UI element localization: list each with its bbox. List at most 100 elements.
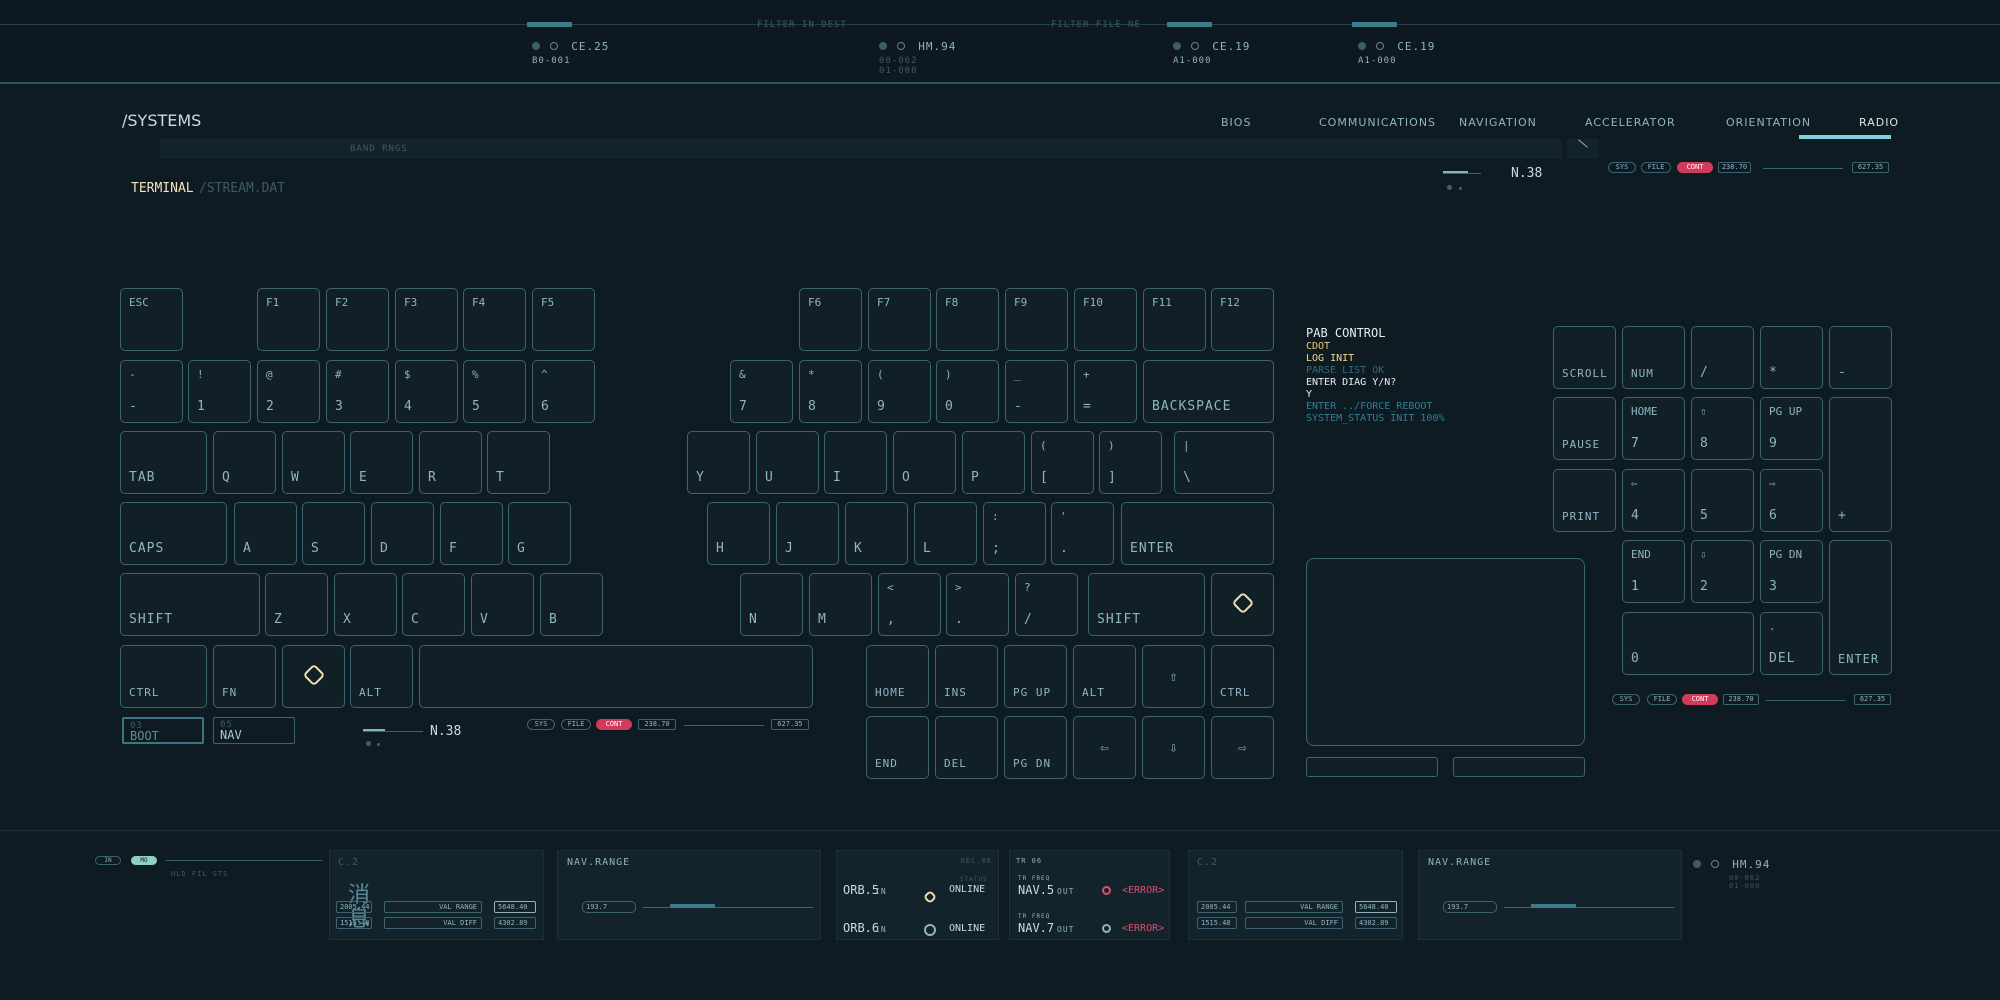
level-slider-track[interactable]	[363, 731, 423, 732]
toggle-in[interactable]: IN	[95, 856, 121, 865]
boot-button[interactable]: 03 BOOT	[122, 717, 204, 744]
key-quote[interactable]: '.	[1051, 502, 1114, 565]
file-pill[interactable]: FILE	[561, 719, 591, 730]
key-m[interactable]: M	[809, 573, 872, 636]
key-5[interactable]: % 5	[463, 360, 526, 423]
key-r[interactable]: R	[419, 431, 482, 494]
numpad-0[interactable]: 0	[1622, 612, 1754, 675]
numpad-scroll[interactable]: SCROLL	[1553, 326, 1616, 389]
key-u[interactable]: U	[756, 431, 819, 494]
cont-pill[interactable]: CONT	[1682, 694, 1718, 705]
key-shift-right[interactable]: SHIFT	[1088, 573, 1205, 636]
key-tab[interactable]: TAB	[120, 431, 207, 494]
key-3[interactable]: #3	[326, 360, 389, 423]
key-f3[interactable]: F3	[395, 288, 458, 351]
nav-tab-orientation[interactable]: ORIENTATION	[1726, 116, 1811, 129]
key-w[interactable]: W	[282, 431, 345, 494]
key-i[interactable]: I	[824, 431, 887, 494]
key-f2[interactable]: F2	[326, 288, 389, 351]
key-f8[interactable]: F8	[936, 288, 999, 351]
numpad-8[interactable]: ⇧ 8	[1691, 397, 1754, 460]
toggle-mo[interactable]: MO	[131, 856, 157, 865]
key-k[interactable]: K	[845, 502, 908, 565]
key-equals[interactable]: + =	[1074, 360, 1137, 423]
numpad-enter[interactable]: ENTER	[1829, 540, 1892, 675]
key-n[interactable]: N	[740, 573, 803, 636]
key-logo-left[interactable]	[282, 645, 345, 708]
file-pill[interactable]: FILE	[1647, 694, 1677, 705]
key-f5[interactable]: F5	[532, 288, 595, 351]
key-j[interactable]: J	[776, 502, 839, 565]
key-del[interactable]: DEL	[935, 716, 998, 779]
numpad-plus[interactable]: +	[1829, 397, 1892, 532]
cont-pill[interactable]: CONT	[1677, 162, 1713, 173]
touchpad-right-button[interactable]	[1453, 757, 1585, 777]
numpad-5[interactable]: 5	[1691, 469, 1754, 532]
key-f11[interactable]: F11	[1143, 288, 1206, 351]
key-fn[interactable]: FN	[213, 645, 276, 708]
sys-pill[interactable]: SYS	[1608, 162, 1636, 173]
key-1[interactable]: ! 1	[188, 360, 251, 423]
key-esc[interactable]: ESC	[120, 288, 183, 351]
key-f7[interactable]: F7	[868, 288, 931, 351]
numpad-7[interactable]: HOME 7	[1622, 397, 1685, 460]
key-f10[interactable]: F10	[1074, 288, 1137, 351]
key-6[interactable]: ^ 6	[532, 360, 595, 423]
key-g[interactable]: G	[508, 502, 571, 565]
key-f1[interactable]: F1	[257, 288, 320, 351]
key-caps[interactable]: CAPS	[120, 502, 227, 565]
key-h[interactable]: H	[707, 502, 770, 565]
cont-pill[interactable]: CONT	[596, 719, 632, 730]
key-l[interactable]: L	[914, 502, 977, 565]
key-8[interactable]: * 8	[799, 360, 862, 423]
key-logo[interactable]	[1211, 573, 1274, 636]
key-d[interactable]: D	[371, 502, 434, 565]
key-arrow-right[interactable]: ⇨	[1211, 716, 1274, 779]
key-arrow-down[interactable]: ⇩	[1142, 716, 1205, 779]
nav-tab-radio[interactable]: RADIO	[1859, 116, 1899, 129]
range-track[interactable]	[643, 907, 813, 908]
numpad-4[interactable]: ⇦ 4	[1622, 469, 1685, 532]
key-v[interactable]: V	[471, 573, 534, 636]
numpad-pause[interactable]: PAUSE	[1553, 397, 1616, 460]
numpad-slash[interactable]: /	[1691, 326, 1754, 389]
key-shift-left[interactable]: SHIFT	[120, 573, 260, 636]
numpad-print[interactable]: PRINT	[1553, 469, 1616, 532]
key-arrow-up[interactable]: ⇧	[1142, 645, 1205, 708]
key-backslash[interactable]: | \	[1174, 431, 1274, 494]
nav-tab-navigation[interactable]: NAVIGATION	[1459, 116, 1537, 129]
key-f4[interactable]: F4	[463, 288, 526, 351]
key-7[interactable]: & 7	[730, 360, 793, 423]
numpad-9[interactable]: PG UP 9	[1760, 397, 1823, 460]
key-pgup[interactable]: PG UP	[1004, 645, 1067, 708]
key-semicolon[interactable]: :;	[983, 502, 1046, 565]
key-y[interactable]: Y	[687, 431, 750, 494]
key-b[interactable]: B	[540, 573, 603, 636]
numpad-star[interactable]: *	[1760, 326, 1823, 389]
key-alt-right[interactable]: ALT	[1073, 645, 1136, 708]
nav-tab-communications[interactable]: COMMUNICATIONS	[1319, 116, 1436, 129]
key-4[interactable]: $4	[395, 360, 458, 423]
numpad-2[interactable]: ⇩ 2	[1691, 540, 1754, 603]
key-p[interactable]: P	[962, 431, 1025, 494]
numpad-1[interactable]: END 1	[1622, 540, 1685, 603]
numpad-num[interactable]: NUM	[1622, 326, 1685, 389]
key-ctrl-right[interactable]: CTRL	[1211, 645, 1274, 708]
key-comma[interactable]: <,	[878, 573, 941, 636]
file-pill[interactable]: FILE	[1641, 162, 1671, 173]
range-handle[interactable]	[670, 904, 715, 908]
numpad-6[interactable]: ⇨ 6	[1760, 469, 1823, 532]
level-slider-track[interactable]	[1443, 173, 1481, 174]
sys-pill[interactable]: SYS	[1612, 694, 1640, 705]
key-f6[interactable]: F6	[799, 288, 862, 351]
key-minus[interactable]: _ -	[1005, 360, 1068, 423]
key-f9[interactable]: F9	[1005, 288, 1068, 351]
key-tilde[interactable]: --	[120, 360, 183, 423]
key-space[interactable]	[419, 645, 813, 708]
key-ctrl-left[interactable]: CTRL	[120, 645, 207, 708]
nav-tab-accelerator[interactable]: ACCELERATOR	[1585, 116, 1676, 129]
key-enter[interactable]: ENTER	[1121, 502, 1274, 565]
key-2[interactable]: @2	[257, 360, 320, 423]
key-bracket-right[interactable]: )]	[1099, 431, 1162, 494]
key-0[interactable]: ) 0	[936, 360, 999, 423]
